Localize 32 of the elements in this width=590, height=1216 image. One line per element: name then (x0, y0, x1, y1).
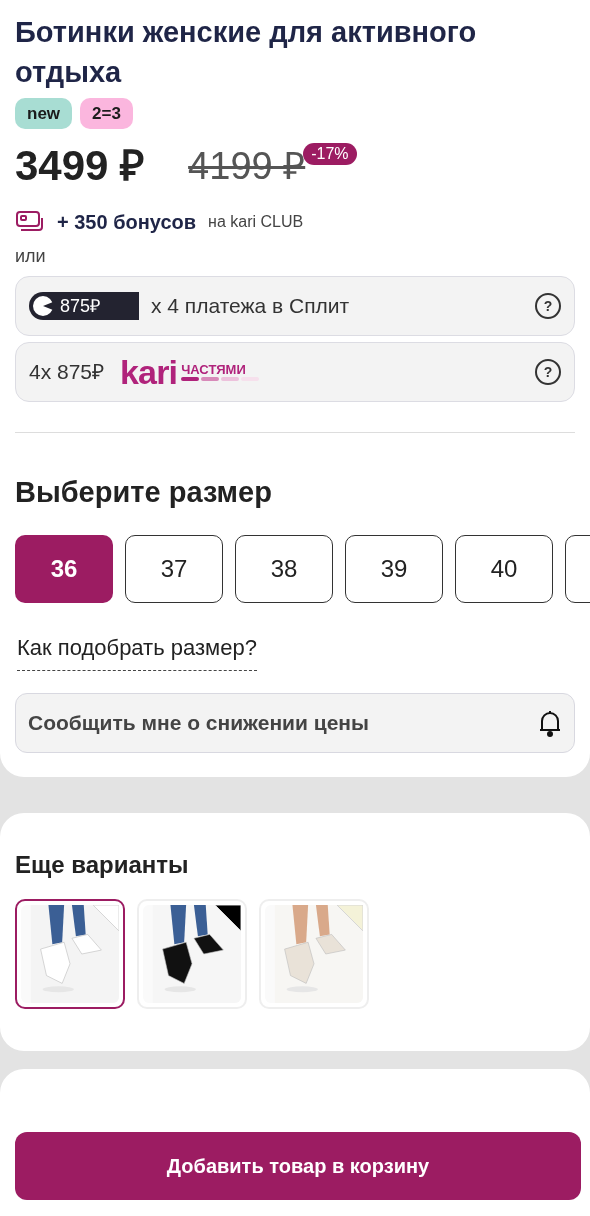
add-to-cart-button[interactable]: Добавить товар в корзину (15, 1132, 581, 1200)
price-alert-button[interactable]: Сообщить мне о снижении цены (15, 692, 575, 753)
bell-icon (538, 708, 562, 737)
size-guide-link[interactable]: Как подобрать размер? (17, 630, 257, 671)
split-badge: 875₽ (29, 292, 139, 320)
kari-logo-caption: ЧАСТЯМИ (181, 362, 247, 376)
variant-thumbnail[interactable] (15, 898, 125, 1009)
progress-dashes-icon (181, 375, 262, 382)
or-label: или (15, 245, 47, 268)
product-title: Ботинки женские для активного отдыха (15, 15, 478, 90)
current-price: 3499 ₽ (15, 141, 145, 191)
bonus-program: на kari CLUB (208, 212, 304, 232)
cards-icon (15, 210, 45, 234)
size-option[interactable]: 37 (125, 534, 223, 603)
size-option[interactable]: 36 (15, 534, 113, 603)
size-option[interactable]: 40 (455, 534, 553, 603)
kari-logo: kari (120, 355, 178, 389)
section-heading: Еще варианты (15, 849, 190, 880)
section-heading: Выберите размер (15, 475, 273, 510)
split-text: x 4 платежа в Сплит (151, 293, 350, 320)
bonus-amount: + 350 бонусов (57, 210, 197, 235)
tag-badge: new (15, 98, 73, 129)
split-logo-icon (32, 295, 54, 317)
old-price: 4199 ₽ (188, 144, 306, 189)
installment-amount: 4x 875₽ (29, 359, 105, 386)
help-button[interactable]: ? (535, 293, 561, 319)
discount-badge: -17% (303, 143, 357, 165)
size-option[interactable]: 38 (235, 534, 333, 603)
help-button[interactable]: ? (535, 359, 561, 385)
payment-option[interactable]: 875₽ x 4 платежа в Сплит ? (15, 276, 575, 336)
size-option[interactable]: 39 (345, 534, 443, 603)
tag-badge: 2=3 (80, 98, 133, 129)
